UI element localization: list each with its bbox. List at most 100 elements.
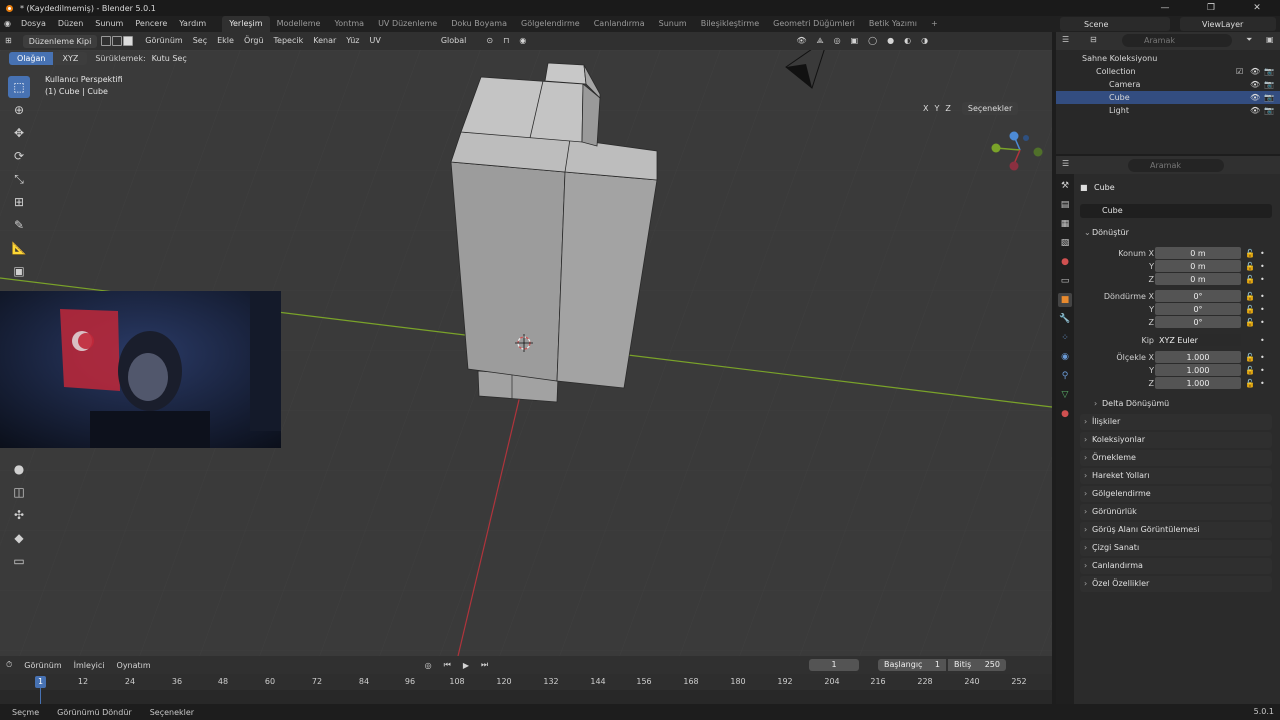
lock-icon[interactable]: 🔓 — [1245, 247, 1255, 260]
blender-menu-icon[interactable]: ◉ — [0, 16, 15, 32]
keyframe-dot-icon[interactable]: • — [1260, 260, 1265, 273]
gizmo-icon[interactable]: ⟁ — [811, 32, 828, 50]
keyframe-dot-icon[interactable]: • — [1260, 316, 1265, 329]
timeline-area[interactable]: 12 24 36 48 60 72 84 96 108 120 132 144 … — [0, 674, 1052, 704]
new-collection-icon[interactable]: ▣ — [1266, 35, 1274, 44]
tab-layout[interactable]: Yerleşim — [222, 16, 270, 32]
constraints-tab-icon[interactable]: ⚲ — [1058, 369, 1072, 383]
lock-icon[interactable]: 🔓 — [1245, 364, 1255, 377]
maximize-button[interactable]: ❐ — [1188, 0, 1234, 16]
keyframe-dot-icon[interactable]: • — [1260, 290, 1265, 303]
keyframe-dot-icon[interactable]: • — [1260, 351, 1265, 364]
data-tab-icon[interactable]: ▽ — [1058, 388, 1072, 402]
shading-material-icon[interactable]: ◐ — [899, 32, 916, 50]
edge-slide-icon[interactable]: ▭ — [8, 550, 30, 572]
display-mode-icon[interactable]: ⊟ — [1090, 35, 1097, 44]
shrink-fatten-icon[interactable]: ◫ — [8, 481, 30, 503]
menu-render[interactable]: Sunum — [89, 16, 129, 32]
outliner-camera[interactable]: Camera 👁 📷 — [1056, 78, 1280, 91]
menu-vertex[interactable]: Tepecik — [269, 32, 309, 50]
rotation-y-field[interactable]: 0° — [1155, 303, 1241, 315]
menu-uv[interactable]: UV — [365, 32, 386, 50]
transform-panel-header[interactable]: Dönüştür — [1080, 225, 1272, 241]
menu-add[interactable]: Ekle — [212, 32, 239, 50]
tab-modeling[interactable]: Modelleme — [270, 16, 328, 32]
end-frame-field[interactable]: Bitiş 250 — [948, 659, 1006, 671]
transform-mode-xyz[interactable]: XYZ — [53, 52, 88, 65]
particles-tab-icon[interactable]: ⁘ — [1058, 331, 1072, 345]
lock-icon[interactable]: 🔓 — [1245, 316, 1255, 329]
lock-icon[interactable]: 🔓 — [1245, 351, 1255, 364]
menu-edge[interactable]: Kenar — [308, 32, 341, 50]
options-dropdown[interactable]: Seçenekler — [961, 102, 1019, 115]
menu-file[interactable]: Dosya — [15, 16, 52, 32]
menu-mesh[interactable]: Örgü — [239, 32, 269, 50]
collections-panel[interactable]: Koleksiyonlar — [1080, 432, 1272, 448]
tab-geometry-nodes[interactable]: Geometri Düğümleri — [766, 16, 862, 32]
close-button[interactable]: ✕ — [1234, 0, 1280, 16]
timeline-menu-playback[interactable]: Oynatım — [111, 661, 157, 670]
editor-type-icon[interactable]: ⏱ — [0, 660, 18, 670]
measure-icon[interactable]: 📐 — [8, 237, 30, 259]
material-tab-icon[interactable]: ● — [1058, 407, 1072, 421]
relations-panel[interactable]: İlişkiler — [1080, 414, 1272, 430]
scale-z-field[interactable]: 1.000 — [1155, 377, 1241, 389]
move-icon[interactable]: ✥ — [8, 122, 30, 144]
render-icon[interactable]: 📷 — [1264, 91, 1274, 104]
editor-type-icon[interactable]: ⊞ — [0, 32, 17, 50]
lock-icon[interactable]: 🔓 — [1245, 377, 1255, 390]
visibility-icon[interactable]: 👁 — [791, 32, 811, 50]
rotation-mode-dropdown[interactable]: XYZ Euler — [1155, 334, 1241, 346]
render-icon[interactable]: 📷 — [1264, 65, 1274, 78]
overlay-icon[interactable]: ◎ — [829, 32, 846, 50]
face-select-icon[interactable] — [123, 36, 134, 46]
scale-icon[interactable]: ⤡ — [8, 168, 30, 190]
location-z-field[interactable]: 0 m — [1155, 273, 1241, 285]
custom-properties-panel[interactable]: Özel Özellikler — [1080, 576, 1272, 592]
animation-panel[interactable]: Canlandırma — [1080, 558, 1272, 574]
scene-tab-icon[interactable]: ● — [1058, 255, 1072, 269]
location-y-field[interactable]: 0 m — [1155, 260, 1241, 272]
keyframe-dot-icon[interactable]: • — [1260, 303, 1265, 316]
editor-type-icon[interactable]: ☰ — [1062, 35, 1069, 44]
rotation-z-field[interactable]: 0° — [1155, 316, 1241, 328]
object-tab-icon[interactable]: ■ — [1058, 293, 1072, 307]
world-tab-icon[interactable]: ▭ — [1058, 274, 1072, 288]
outliner-light[interactable]: Light 👁 📷 — [1056, 104, 1280, 117]
add-workspace-button[interactable]: + — [924, 16, 945, 32]
tab-scripting[interactable]: Betik Yazımı — [862, 16, 924, 32]
drag-dropdown[interactable]: Kutu Seç — [152, 54, 187, 63]
lock-icon[interactable]: 🔓 — [1245, 273, 1255, 286]
menu-view[interactable]: Görünüm — [140, 32, 187, 50]
view-layer-tab-icon[interactable]: ▧ — [1058, 236, 1072, 250]
tab-compositing[interactable]: Bileşikleştirme — [694, 16, 766, 32]
playhead[interactable]: 1 — [35, 676, 46, 688]
render-icon[interactable]: 📷 — [1264, 78, 1274, 91]
lock-icon[interactable]: 🔓 — [1245, 290, 1255, 303]
shading-solid-icon[interactable]: ● — [882, 32, 899, 50]
scale-y-field[interactable]: 1.000 — [1155, 364, 1241, 376]
shading-rendered-icon[interactable]: ◑ — [916, 32, 933, 50]
outliner-cube[interactable]: Cube 👁 📷 — [1056, 91, 1280, 104]
minimize-button[interactable]: — — [1142, 0, 1188, 16]
scene-selector[interactable]: Scene — [1060, 17, 1170, 31]
start-frame-field[interactable]: Başlangıç 1 — [878, 659, 946, 671]
current-frame-field[interactable]: 1 — [809, 659, 859, 671]
motion-paths-panel[interactable]: Hareket Yolları — [1080, 468, 1272, 484]
outliner-search[interactable]: Aramak — [1122, 34, 1232, 47]
mirror-y-toggle[interactable]: Y — [931, 104, 942, 113]
instancing-panel[interactable]: Örnekleme — [1080, 450, 1272, 466]
keyframe-dot-icon[interactable]: • — [1260, 273, 1265, 286]
eye-icon[interactable]: 👁 — [1250, 65, 1260, 78]
smooth-icon[interactable]: ● — [8, 458, 30, 480]
scale-x-field[interactable]: 1.000 — [1155, 351, 1241, 363]
object-name-field[interactable]: Cube — [1080, 204, 1272, 218]
lock-icon[interactable]: 🔓 — [1245, 303, 1255, 316]
mode-selector[interactable]: Düzenleme Kipi — [22, 34, 98, 48]
menu-select[interactable]: Seç — [188, 32, 212, 50]
jump-start-icon[interactable]: ⏮ — [438, 660, 457, 670]
line-art-panel[interactable]: Çizgi Sanatı — [1080, 540, 1272, 556]
eye-icon[interactable]: 👁 — [1250, 91, 1260, 104]
checkbox-icon[interactable]: ☑ — [1236, 65, 1243, 78]
shading-wireframe-icon[interactable]: ◯ — [863, 32, 882, 50]
